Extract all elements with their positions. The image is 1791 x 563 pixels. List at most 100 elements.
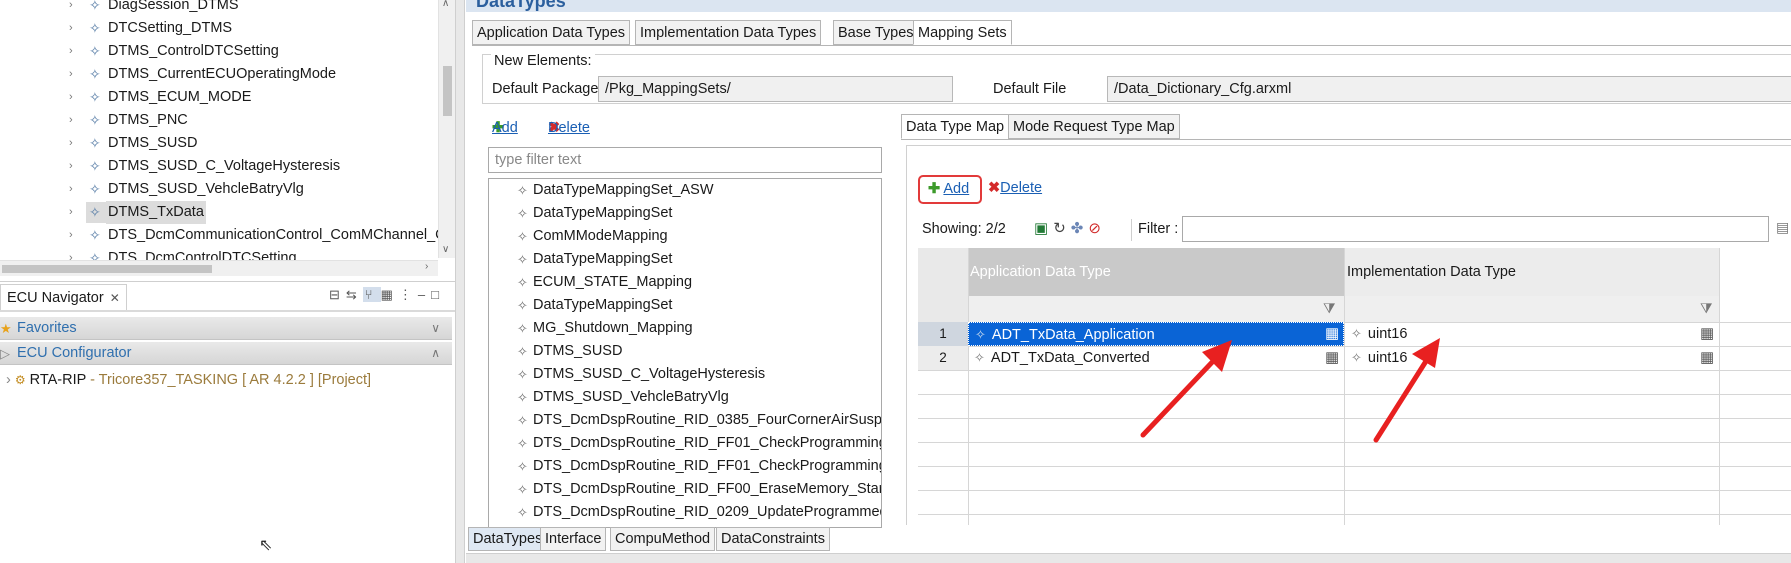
scroll-right-icon[interactable]: ›: [425, 261, 428, 272]
expand-arrow-icon[interactable]: ›: [69, 178, 73, 201]
application-type-icon: ✧: [975, 327, 986, 342]
datatype-icon: ✧: [89, 112, 101, 128]
tab-datatypes[interactable]: DataTypes: [468, 527, 548, 551]
default-file-field[interactable]: /Data_Dictionary_Cfg.arxml: [1107, 76, 1791, 102]
add-icon: ✚: [928, 181, 941, 197]
excel-export-icon[interactable]: ▣: [1034, 220, 1053, 237]
column-filter-cell[interactable]: [968, 296, 1344, 322]
table-cell-implementation-data-type[interactable]: ✧ uint16: [1345, 346, 1719, 370]
expand-arrow-icon[interactable]: ›: [69, 132, 73, 155]
new-elements-group: New Elements: Default Package /Pkg_Mappi…: [482, 53, 1791, 104]
grid-line: [918, 514, 1791, 515]
tab-base-types[interactable]: Base Types: [833, 20, 919, 45]
grid-line: [968, 248, 969, 525]
table-cell-application-data-type[interactable]: ✧ ADT_TxData_Converted: [968, 346, 1344, 370]
column-filter-cell[interactable]: [1345, 296, 1719, 322]
mapping-set-icon: ✧: [517, 482, 528, 497]
tab-mapping-sets[interactable]: Mapping Sets: [913, 20, 1012, 45]
datatypes-editor: DataTypes Application Data Types Impleme…: [466, 0, 1791, 563]
clear-filter-icon[interactable]: ⊘: [1088, 220, 1106, 237]
layout-icon[interactable]: ▦: [381, 287, 399, 302]
expand-arrow-icon[interactable]: ›: [6, 372, 11, 388]
refresh-icon[interactable]: ↻: [1053, 220, 1071, 237]
expand-arrow-icon[interactable]: ›: [69, 17, 73, 40]
mapping-set-icon: ✧: [517, 505, 528, 520]
filter-options-icon[interactable]: ▤: [1776, 219, 1789, 236]
collapse-all-icon[interactable]: ⊟: [329, 287, 346, 302]
row-number[interactable]: 2: [918, 346, 968, 370]
table-cell-application-data-type[interactable]: ✧ ADT_TxData_Application: [968, 322, 1344, 346]
mapping-set-filter-input[interactable]: type filter text: [488, 147, 882, 173]
project-item[interactable]: › ⚙ RTA-RIP - Tricore357_TASKING [ AR 4.2…: [6, 369, 371, 391]
tree-vertical-scrollbar[interactable]: ∧ ∨: [438, 0, 455, 258]
expand-arrow-icon[interactable]: ›: [69, 201, 73, 224]
expand-arrow-icon[interactable]: ›: [69, 63, 73, 86]
filter-funnel-icon[interactable]: ⧩: [1323, 300, 1336, 317]
expand-arrow-icon[interactable]: ›: [69, 109, 73, 132]
tab-application-data-types[interactable]: Application Data Types: [472, 20, 631, 45]
panel-splitter[interactable]: [455, 0, 465, 563]
chevron-up-icon[interactable]: ∧: [431, 342, 440, 365]
ecu-configurator-section[interactable]: ▷ ECU Configurator ∧: [0, 342, 452, 365]
tab-strip: [0, 310, 455, 312]
datatype-icon: ✧: [89, 181, 101, 197]
expand-arrow-icon[interactable]: ›: [69, 40, 73, 63]
tab-mode-request-type-map[interactable]: Mode Request Type Map: [1008, 114, 1180, 139]
grid-line: [918, 394, 1791, 395]
grid-line: [1719, 248, 1720, 525]
tab-dataconstraints[interactable]: DataConstraints: [716, 527, 830, 551]
mapping-set-icon: ✧: [517, 367, 528, 382]
expand-arrow-icon[interactable]: ▷: [0, 342, 10, 365]
expand-arrow-icon[interactable]: ›: [69, 155, 73, 178]
favorites-section[interactable]: ★ Favorites ∨: [0, 317, 452, 340]
hierarchy-icon[interactable]: ⑂: [362, 287, 381, 302]
minimize-icon[interactable]: –: [418, 287, 431, 302]
project-icon: ⚙: [14, 373, 26, 387]
datatype-icon: ✧: [89, 20, 101, 36]
link-editor-icon[interactable]: ⇆: [346, 287, 363, 302]
clear-sort-icon[interactable]: ✤: [1071, 220, 1089, 237]
default-package-field[interactable]: /Pkg_MappingSets/: [598, 76, 953, 102]
tab-data-type-map[interactable]: Data Type Map: [901, 114, 1010, 139]
chevron-down-icon[interactable]: ∨: [431, 317, 440, 340]
view-toolbar: ⊟⇆ ⑂ ▦⋮–□: [329, 287, 445, 303]
tab-compumethod[interactable]: CompuMethod: [610, 527, 716, 551]
implementation-type-icon: ✧: [1351, 326, 1362, 341]
add-mapping-button[interactable]: ✚ Add: [918, 175, 982, 204]
grid-line: [1344, 248, 1345, 525]
expand-arrow-icon[interactable]: ›: [69, 224, 73, 247]
filter-funnel-icon[interactable]: ⧩: [1700, 300, 1713, 317]
mapping-set-list[interactable]: ✧ DataTypeMappingSet_ASW ✧ DataTypeMapping…: [488, 178, 882, 528]
scroll-up-icon[interactable]: ∧: [442, 0, 449, 9]
maximize-icon[interactable]: □: [431, 287, 445, 302]
expand-arrow-icon[interactable]: ›: [69, 86, 73, 109]
data-type-map-table[interactable]: Application Data Type Implementation Dat…: [918, 248, 1791, 525]
mapping-set-icon: ✧: [517, 206, 528, 221]
tree-horizontal-scrollbar[interactable]: ›: [0, 260, 438, 276]
project-tree[interactable]: › ✧ DiagSession_DTMS › ✧ DTCSetting_DTMS › ✧ D…: [0, 0, 455, 278]
tab-underline: [472, 45, 1791, 46]
view-menu-icon[interactable]: ⋮: [399, 287, 418, 302]
filter-input[interactable]: [1182, 216, 1769, 242]
row-number[interactable]: 1: [918, 322, 968, 346]
datatype-icon: ✧: [89, 158, 101, 174]
tab-interface[interactable]: Interface: [540, 527, 607, 551]
column-header-application-data-type[interactable]: Application Data Type: [968, 248, 1344, 296]
scroll-down-icon[interactable]: ∨: [442, 244, 449, 255]
tab-implementation-data-types[interactable]: Implementation Data Types: [635, 20, 822, 45]
tab-ecu-navigator[interactable]: ECU Navigator ✕: [0, 284, 127, 310]
mapping-set-icon: ✧: [517, 390, 528, 405]
table-picker-icon[interactable]: ▦: [1325, 324, 1339, 342]
status-strip: [466, 553, 1791, 563]
scroll-thumb[interactable]: [2, 265, 212, 273]
table-cell-implementation-data-type[interactable]: ✧ uint16: [1345, 322, 1719, 346]
table-picker-icon[interactable]: ▦: [1325, 348, 1339, 366]
column-header-implementation-data-type[interactable]: Implementation Data Type: [1345, 248, 1719, 296]
scroll-thumb[interactable]: [443, 66, 452, 116]
delete-mapping-button[interactable]: ✖Delete: [988, 180, 1042, 196]
table-picker-icon[interactable]: ▦: [1700, 348, 1714, 366]
table-picker-icon[interactable]: ▦: [1700, 324, 1714, 342]
expand-arrow-icon[interactable]: ›: [69, 0, 73, 17]
close-icon[interactable]: ✕: [110, 291, 120, 305]
filter-label: Filter :: [1138, 221, 1179, 237]
